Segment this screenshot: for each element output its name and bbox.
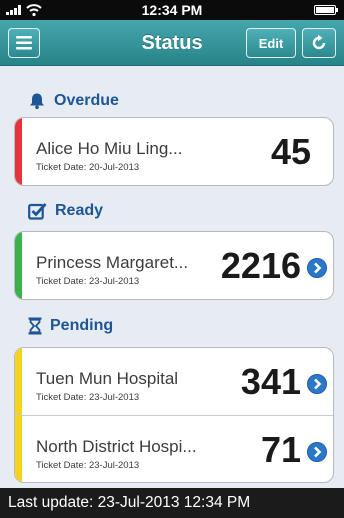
- section-title-pending: Pending: [50, 317, 114, 334]
- section-header-overdue: Overdue: [28, 89, 119, 113]
- chevron-right-circle-icon[interactable]: [307, 374, 327, 394]
- refresh-icon: [312, 34, 326, 50]
- ticket-date: Ticket Date: 20-Jul-2013: [36, 162, 140, 173]
- hospital-name: Alice Ho Miu Ling...: [36, 139, 183, 158]
- hospital-name: Tuen Mun Hospital: [36, 369, 179, 388]
- ticket-date: Ticket Date: 23-Jul-2013: [36, 276, 140, 287]
- ticket-date: Ticket Date: 23-Jul-2013: [36, 460, 140, 471]
- edit-button[interactable]: Edit: [246, 28, 296, 58]
- section-title-overdue: Overdue: [54, 92, 119, 109]
- section-header-ready: Ready: [28, 199, 103, 223]
- ticket-count: 45: [270, 131, 311, 172]
- section-header-pending: Pending: [28, 314, 113, 338]
- navigation-bar: Status Edit: [0, 20, 344, 66]
- refresh-button[interactable]: [302, 28, 336, 58]
- checkbox-icon: [28, 203, 47, 220]
- bell-icon: [30, 93, 44, 110]
- table-row[interactable]: North District Hospi... Ticket Date: 23-…: [15, 415, 333, 482]
- hospital-name: North District Hospi...: [36, 437, 197, 456]
- ticket-count: 341: [240, 361, 301, 402]
- status-bar: 12:34 PM: [0, 0, 344, 20]
- chevron-right-circle-icon[interactable]: [307, 258, 327, 278]
- last-update-bar: Last update: 23-Jul-2013 12:34 PM: [0, 488, 344, 518]
- clock: 12:34 PM: [141, 2, 203, 18]
- ticket-count: 2216: [220, 245, 301, 286]
- table-row[interactable]: Tuen Mun Hospital Ticket Date: 23-Jul-20…: [15, 348, 333, 415]
- ticket-date: Ticket Date: 23-Jul-2013: [36, 392, 140, 403]
- ticket-count: 71: [260, 429, 301, 470]
- chevron-right-circle-icon[interactable]: [307, 442, 327, 462]
- section-title-ready: Ready: [55, 202, 104, 219]
- hourglass-icon: [28, 317, 42, 335]
- hospital-name: Princess Margaret...: [36, 253, 189, 272]
- battery-icon: [314, 5, 338, 15]
- table-row[interactable]: Princess Margaret... Ticket Date: 23-Jul…: [15, 232, 333, 299]
- pending-card: Tuen Mun Hospital Ticket Date: 23-Jul-20…: [14, 347, 334, 483]
- overdue-card: Alice Ho Miu Ling... Ticket Date: 20-Jul…: [14, 117, 334, 186]
- ready-card: Princess Margaret... Ticket Date: 23-Jul…: [14, 231, 334, 300]
- table-row[interactable]: Alice Ho Miu Ling... Ticket Date: 20-Jul…: [15, 118, 333, 185]
